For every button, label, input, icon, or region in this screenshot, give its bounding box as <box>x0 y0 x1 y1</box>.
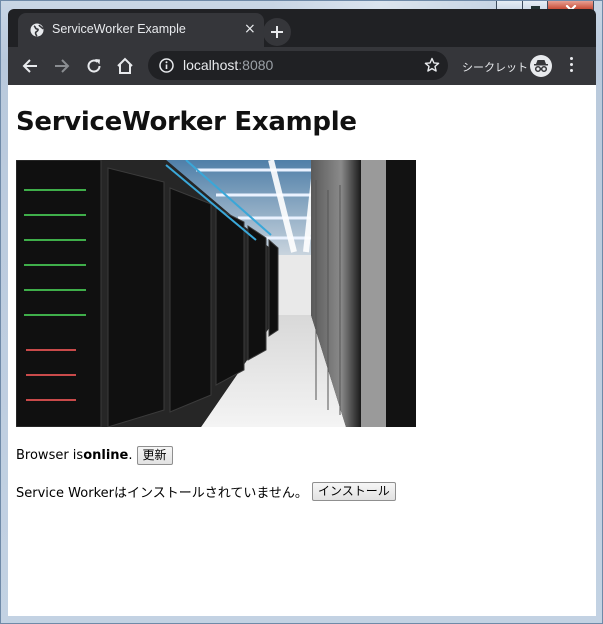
refresh-button[interactable]: 更新 <box>136 446 173 465</box>
back-button[interactable] <box>20 56 40 76</box>
status-prefix: Browser is <box>16 448 84 463</box>
home-icon <box>117 57 133 74</box>
close-icon[interactable]: × <box>244 22 256 36</box>
url-port: :8080 <box>238 57 274 73</box>
sw-status-text: Service Workerはインストールされていません。 <box>16 486 308 501</box>
back-arrow-icon <box>22 59 37 73</box>
toolbar: localhost:8080 シークレット <box>8 47 596 85</box>
incognito-icon[interactable] <box>530 55 552 77</box>
forward-arrow-icon <box>55 59 70 73</box>
home-button[interactable] <box>115 56 135 76</box>
new-tab-button[interactable] <box>263 18 291 46</box>
url-host: localhost <box>183 57 239 73</box>
status-value: online <box>83 448 129 463</box>
star-icon[interactable] <box>424 57 440 73</box>
address-bar[interactable]: localhost:8080 <box>148 51 448 80</box>
info-icon[interactable] <box>159 58 174 73</box>
globe-icon <box>30 23 44 37</box>
plus-icon <box>271 26 283 38</box>
online-status: Browser is online . 更新 <box>16 446 173 465</box>
page-title: ServiceWorker Example <box>16 107 357 137</box>
status-suffix: . <box>128 448 133 463</box>
incognito-label: シークレット <box>462 61 528 74</box>
page-viewport: ServiceWorker Example Browser is online … <box>8 85 596 616</box>
reload-icon <box>87 59 101 73</box>
reload-button[interactable] <box>84 56 104 76</box>
forward-button[interactable] <box>52 56 72 76</box>
url-text: localhost:8080 <box>183 57 273 73</box>
menu-dots-icon[interactable] <box>570 57 574 75</box>
tab-active[interactable]: ServiceWorker Example × <box>18 13 264 47</box>
install-button[interactable]: インストール <box>311 482 396 501</box>
service-worker-status: Service Workerはインストールされていません。 インストール <box>16 482 396 501</box>
tab-strip: ServiceWorker Example × <box>8 9 596 47</box>
tab-title: ServiceWorker Example <box>52 22 186 36</box>
datacenter-image <box>16 160 416 427</box>
